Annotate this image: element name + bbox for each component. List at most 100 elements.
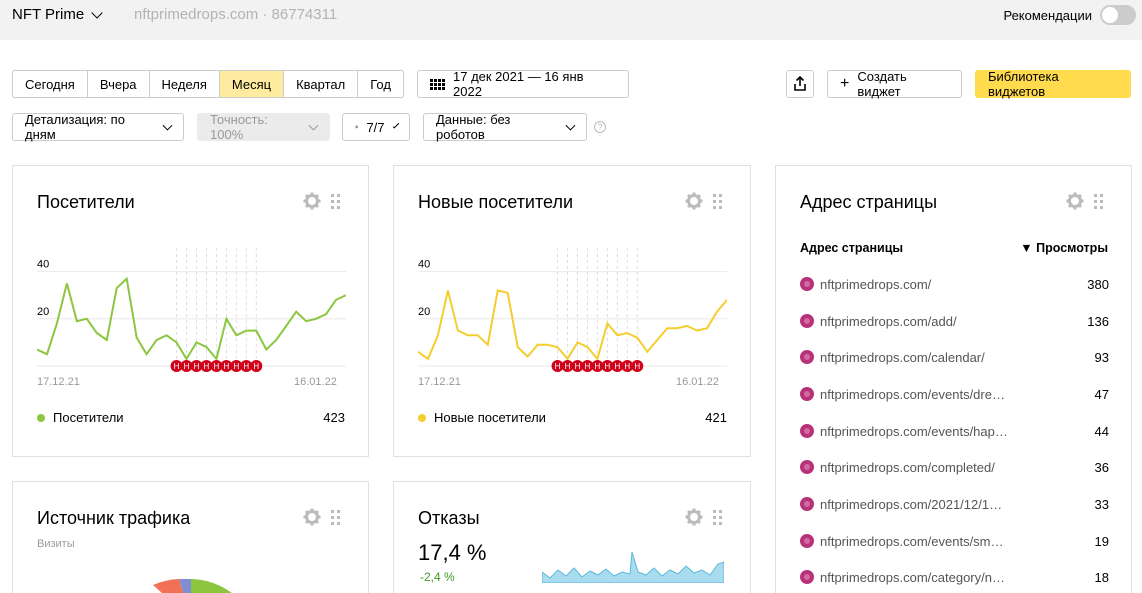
- legend-dot: [418, 413, 426, 422]
- create-widget-button[interactable]: + Создать виджет: [827, 69, 962, 99]
- svg-text:Н: Н: [614, 362, 620, 371]
- views-count: 44: [1094, 423, 1109, 439]
- page-address-widget: Адрес страницы Адрес страницы ▼ Просмотр…: [775, 165, 1132, 593]
- favicon-icon: [800, 350, 814, 364]
- legend-item: Новые посетители: [418, 410, 546, 425]
- drag-handle-icon[interactable]: [713, 510, 723, 526]
- accuracy-label: Точность: 100%: [210, 112, 268, 142]
- drag-handle-icon[interactable]: [331, 194, 341, 210]
- date-range-picker[interactable]: 17 дек 2021 — 16 янв 2022: [417, 69, 629, 99]
- visitors-chart: 4020Н Н Н Н Н Н Н Н Н: [37, 248, 346, 372]
- bounce-rate-value: 17,4 %: [418, 540, 487, 565]
- svg-text:Н: Н: [634, 362, 640, 371]
- widget-title: Адрес страницы: [800, 192, 938, 212]
- period-yesterday[interactable]: Вчера: [88, 71, 150, 97]
- svg-text:Н: Н: [565, 362, 571, 371]
- table-row[interactable]: nftprimedrops.com/2021/12/1… 33: [800, 494, 1109, 514]
- widget-title: Новые посетители: [418, 192, 574, 212]
- chevron-down-icon: [91, 6, 103, 19]
- create-widget-label: Создать виджет: [857, 69, 907, 99]
- total-value: 421: [705, 410, 727, 425]
- drag-handle-icon[interactable]: [331, 510, 341, 526]
- gear-icon[interactable]: [303, 192, 321, 210]
- svg-text:Н: Н: [233, 362, 239, 371]
- period-quarter[interactable]: Квартал: [284, 71, 359, 97]
- widget-title: Отказы: [418, 508, 480, 528]
- segments-dropdown[interactable]: 7/7: [342, 113, 410, 141]
- dashboard: Сегодня Вчера Неделя Месяц Квартал Год 1…: [0, 40, 1142, 593]
- svg-text:Н: Н: [604, 362, 610, 371]
- new-visitors-chart: 4020Н Н Н Н Н Н Н Н Н: [418, 248, 727, 372]
- holiday-marker: Н: [250, 360, 263, 372]
- svg-text:Н: Н: [194, 362, 200, 371]
- accuracy-dropdown[interactable]: Точность: 100%: [197, 112, 330, 142]
- x-start-label: 17.12.21: [37, 376, 80, 388]
- toggle-switch[interactable]: [1100, 5, 1136, 25]
- export-button[interactable]: [786, 70, 814, 98]
- column-header-views[interactable]: ▼ Просмотры: [1020, 241, 1108, 255]
- gear-icon[interactable]: [303, 508, 321, 526]
- traffic-pie-chart: [153, 579, 232, 593]
- help-icon[interactable]: ?: [594, 121, 606, 133]
- period-month[interactable]: Месяц: [219, 71, 285, 97]
- drag-handle-icon[interactable]: [713, 194, 723, 210]
- x-end-label: 16.01.22: [294, 376, 337, 388]
- svg-text:Н: Н: [595, 362, 601, 371]
- page-url: nftprimedrops.com/completed/: [820, 459, 995, 475]
- gear-icon[interactable]: [1066, 192, 1084, 210]
- widget-title: Посетители: [37, 192, 135, 212]
- page-url: nftprimedrops.com/add/: [820, 313, 957, 329]
- chevron-down-icon: [565, 120, 576, 130]
- favicon-icon: [800, 314, 814, 328]
- gear-icon[interactable]: [685, 192, 703, 210]
- table-row[interactable]: nftprimedrops.com/380: [800, 274, 1109, 294]
- table-row[interactable]: nftprimedrops.com/add/136: [800, 311, 1109, 331]
- table-row[interactable]: nftprimedrops.com/category/n… 18: [800, 567, 1109, 587]
- legend-item: Посетители: [37, 410, 124, 425]
- svg-text:Н: Н: [174, 362, 180, 371]
- chevron-down-icon: [392, 121, 400, 129]
- page-url: nftprimedrops.com/events/sm…: [820, 533, 1004, 549]
- recommendations-switch[interactable]: Рекомендации: [1003, 5, 1136, 25]
- svg-text:Н: Н: [184, 362, 190, 371]
- period-week[interactable]: Неделя: [150, 71, 220, 97]
- favicon-icon: [800, 460, 814, 474]
- table-row[interactable]: nftprimedrops.com/calendar/93: [800, 347, 1109, 367]
- recommendations-label: Рекомендации: [1003, 7, 1092, 23]
- svg-text:Н: Н: [214, 362, 220, 371]
- page-url: nftprimedrops.com/events/dre…: [820, 386, 1005, 402]
- widget-subtitle: Визиты: [37, 538, 75, 550]
- svg-text:Н: Н: [223, 362, 229, 371]
- counter-name: NFT Prime: [12, 6, 85, 23]
- chevron-down-icon: [308, 120, 319, 130]
- period-year[interactable]: Год: [358, 71, 403, 97]
- legend-label: Посетители: [53, 410, 124, 425]
- widget-library-label: Библиотека виджетов: [988, 69, 1059, 99]
- svg-text:Н: Н: [624, 362, 630, 371]
- legend-dot: [37, 413, 45, 422]
- views-count: 33: [1094, 496, 1109, 512]
- detail-dropdown[interactable]: Детализация: по дням: [12, 112, 184, 142]
- views-count: 380: [1087, 276, 1109, 292]
- widget-library-button[interactable]: Библиотека виджетов: [975, 69, 1131, 99]
- period-today[interactable]: Сегодня: [13, 71, 88, 97]
- total-value: 423: [323, 410, 345, 425]
- views-count: 93: [1094, 349, 1109, 365]
- table-row[interactable]: nftprimedrops.com/events/hap… 44: [800, 421, 1109, 441]
- svg-text:Н: Н: [555, 362, 561, 371]
- column-header-address[interactable]: Адрес страницы: [800, 241, 903, 255]
- comment-icon: [355, 125, 359, 129]
- favicon-icon: [800, 387, 814, 401]
- segments-label: 7/7: [366, 119, 385, 135]
- data-filter-dropdown[interactable]: Данные: без роботов: [423, 112, 587, 142]
- table-row[interactable]: nftprimedrops.com/events/sm… 19: [800, 531, 1109, 551]
- table-row[interactable]: nftprimedrops.com/events/dre… 47: [800, 384, 1109, 404]
- gear-icon[interactable]: [685, 508, 703, 526]
- visitors-widget: Посетители 40 20 Н Н Н Н Н Н Н Н Н 17.12.21 16.01.…: [12, 165, 369, 457]
- svg-text:Н: Н: [575, 362, 581, 371]
- counter-selector[interactable]: NFT Prime: [12, 6, 103, 23]
- top-bar: NFT Prime nftprimedrops.com · 86774311 Р…: [0, 0, 1142, 40]
- date-range-label: 17 дек 2021 — 16 янв 2022: [453, 69, 584, 99]
- drag-handle-icon[interactable]: [1094, 194, 1104, 210]
- table-row[interactable]: nftprimedrops.com/completed/36: [800, 457, 1109, 477]
